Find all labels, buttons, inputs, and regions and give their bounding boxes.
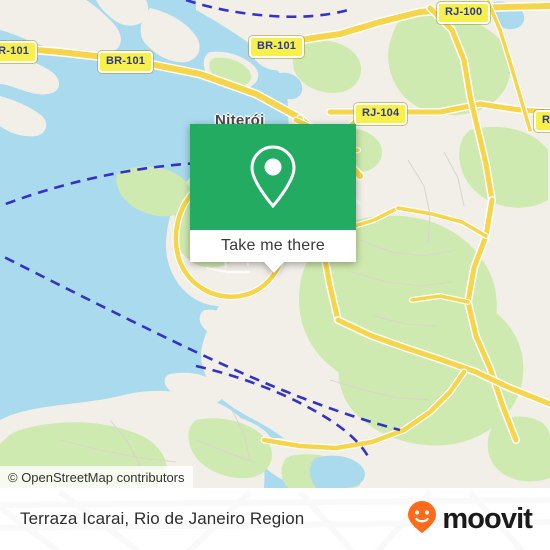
attribution-text: © OpenStreetMap contributors <box>8 469 185 485</box>
footer-bar: Terraza Icarai, Rio de Janeiro Region mo… <box>0 488 550 550</box>
road-shield-br101-mid[interactable]: BR-101 <box>98 51 154 73</box>
road-shield-br101-east[interactable]: BR-101 <box>249 36 305 58</box>
moovit-smiley-pin-icon <box>407 500 437 539</box>
road-shield-rj100[interactable]: RJ-100 <box>437 2 491 24</box>
place-title: Terraza Icarai, Rio de Janeiro Region <box>20 488 304 550</box>
take-me-there-button[interactable]: Take me there <box>190 230 356 262</box>
place-title-text: Terraza Icarai, Rio de Janeiro Region <box>20 509 305 528</box>
take-me-there-label: Take me there <box>221 237 325 254</box>
map-attribution[interactable]: © OpenStreetMap contributors <box>0 466 193 488</box>
moovit-logo[interactable]: moovit <box>407 488 533 550</box>
moovit-wordmark: moovit <box>442 502 533 535</box>
road-shield-br101-west[interactable]: BR-101 <box>0 41 38 63</box>
map-canvas[interactable]: Niterói BR-101 BR-101 BR-101 RJ-100 RJ-1… <box>0 0 550 488</box>
road-shield-rj104[interactable]: RJ-104 <box>354 103 408 125</box>
popup-header <box>190 124 356 230</box>
road-shield-rj-edge[interactable]: RJ <box>534 110 550 132</box>
popup-tail <box>264 262 284 273</box>
map-popup-card[interactable]: Take me there <box>190 124 356 273</box>
moovit-map-screen: Niterói BR-101 BR-101 BR-101 RJ-100 RJ-1… <box>0 0 550 550</box>
map-pin-icon <box>248 144 298 210</box>
